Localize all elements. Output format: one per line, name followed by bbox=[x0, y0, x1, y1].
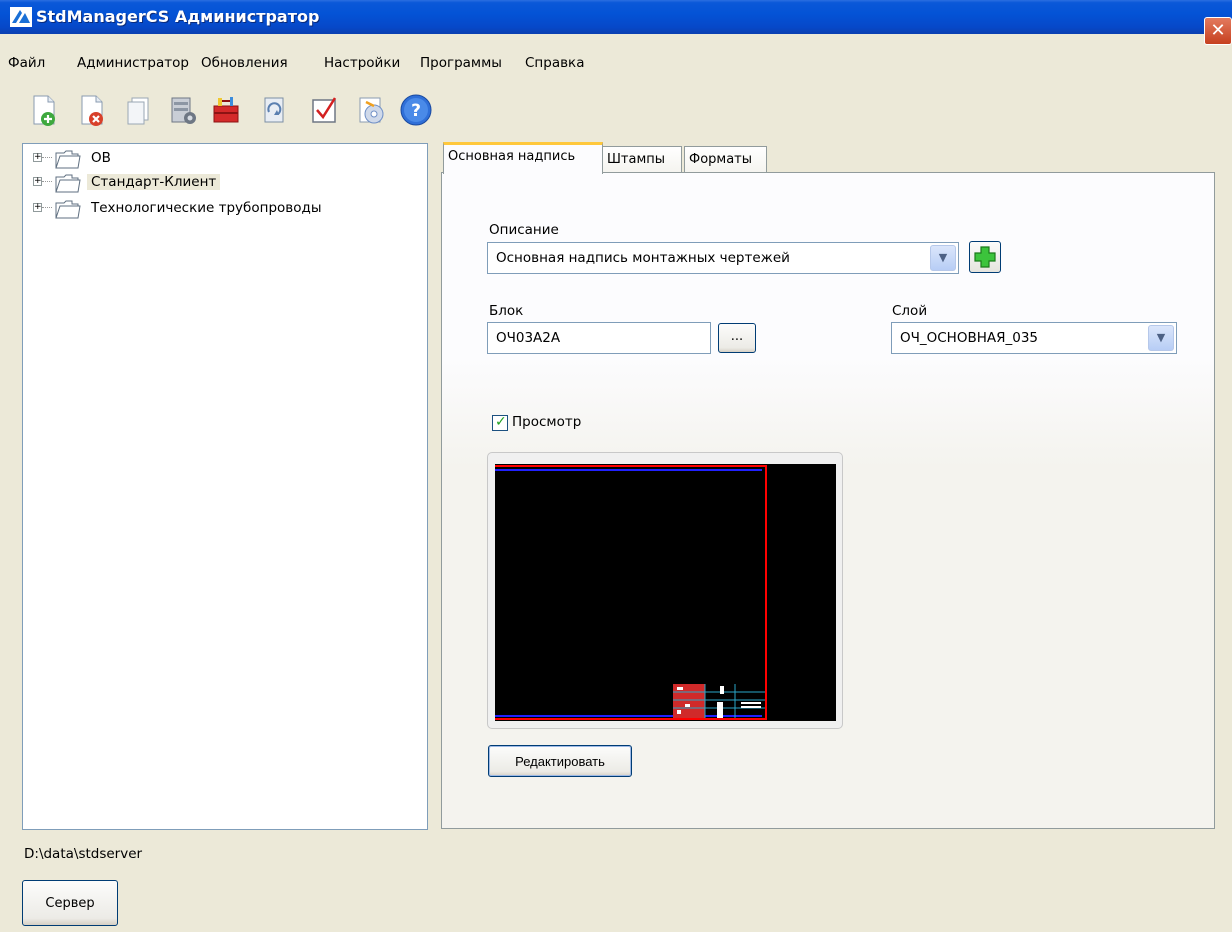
expand-icon[interactable]: + bbox=[33, 177, 42, 186]
close-button[interactable]: ✕ bbox=[1204, 17, 1232, 45]
description-select[interactable]: Основная надпись монтажных чертежей ▼ bbox=[487, 242, 959, 274]
folder-icon bbox=[55, 174, 81, 193]
folder-icon bbox=[55, 200, 81, 219]
menu-bar: Файл Администратор Обновления Настройки … bbox=[0, 51, 1232, 75]
install-icon[interactable] bbox=[352, 92, 388, 128]
checkmark-icon: ✓ bbox=[495, 414, 507, 430]
title-bar: StdManagerCS Администратор ✕ bbox=[0, 0, 1232, 45]
block-label: Блок bbox=[489, 303, 524, 319]
plus-icon bbox=[974, 246, 996, 268]
delete-document-icon[interactable] bbox=[74, 92, 110, 128]
help-icon[interactable]: ? bbox=[398, 92, 434, 128]
new-document-icon[interactable] bbox=[26, 92, 62, 128]
folder-icon bbox=[55, 150, 81, 169]
layer-select[interactable]: ОЧ_ОСНОВНАЯ_035 ▼ bbox=[891, 322, 1177, 354]
toolbox-icon[interactable] bbox=[208, 92, 244, 128]
layer-value: ОЧ_ОСНОВНАЯ_035 bbox=[900, 330, 1039, 346]
toolbar: ? bbox=[0, 88, 700, 132]
tab-title-block[interactable]: Основная надпись bbox=[443, 142, 603, 174]
app-logo-icon bbox=[10, 7, 32, 27]
update-icon[interactable] bbox=[256, 92, 292, 128]
copy-icon[interactable] bbox=[120, 92, 156, 128]
chevron-down-icon[interactable]: ▼ bbox=[930, 245, 956, 271]
menu-help[interactable]: Справка bbox=[525, 55, 584, 71]
server-path: D:\data\stdserver bbox=[24, 846, 143, 862]
tree-item-label: Стандарт-Клиент bbox=[87, 174, 221, 190]
svg-text:?: ? bbox=[411, 101, 421, 121]
block-value: ОЧ03А2А bbox=[496, 330, 561, 346]
server-button[interactable]: Сервер bbox=[22, 880, 118, 926]
expand-icon[interactable]: + bbox=[33, 153, 42, 162]
preview-drawing bbox=[495, 464, 836, 721]
chevron-down-icon[interactable]: ▼ bbox=[1148, 325, 1174, 351]
tab-stamps[interactable]: Штампы bbox=[602, 146, 682, 174]
tab-formats[interactable]: Форматы bbox=[684, 146, 767, 174]
expand-icon[interactable]: + bbox=[33, 203, 42, 212]
add-button[interactable] bbox=[969, 241, 1001, 273]
description-value: Основная надпись монтажных чертежей bbox=[496, 250, 790, 266]
window-title: StdManagerCS Администратор bbox=[36, 7, 320, 26]
tree-panel[interactable]: + ОВ + Стандарт-Клиент + Технологические… bbox=[22, 143, 428, 830]
menu-updates[interactable]: Обновления bbox=[201, 55, 288, 71]
edit-button[interactable]: Редактировать bbox=[488, 745, 632, 777]
server-settings-icon[interactable] bbox=[164, 92, 200, 128]
checklist-icon[interactable] bbox=[306, 92, 342, 128]
menu-administrator[interactable]: Администратор bbox=[77, 55, 189, 71]
tree-item-label: Технологические трубопроводы bbox=[91, 200, 322, 216]
browse-button[interactable]: ... bbox=[718, 323, 756, 353]
preview-label[interactable]: Просмотр bbox=[512, 414, 581, 430]
menu-settings[interactable]: Настройки bbox=[324, 55, 400, 71]
menu-programs[interactable]: Программы bbox=[420, 55, 502, 71]
preview-checkbox[interactable]: ✓ bbox=[492, 414, 508, 431]
menu-file[interactable]: Файл bbox=[8, 55, 45, 71]
layer-label: Слой bbox=[892, 303, 928, 319]
block-input[interactable]: ОЧ03А2А bbox=[487, 322, 711, 354]
description-label: Описание bbox=[489, 222, 559, 238]
tree-item-label: ОВ bbox=[91, 150, 111, 166]
